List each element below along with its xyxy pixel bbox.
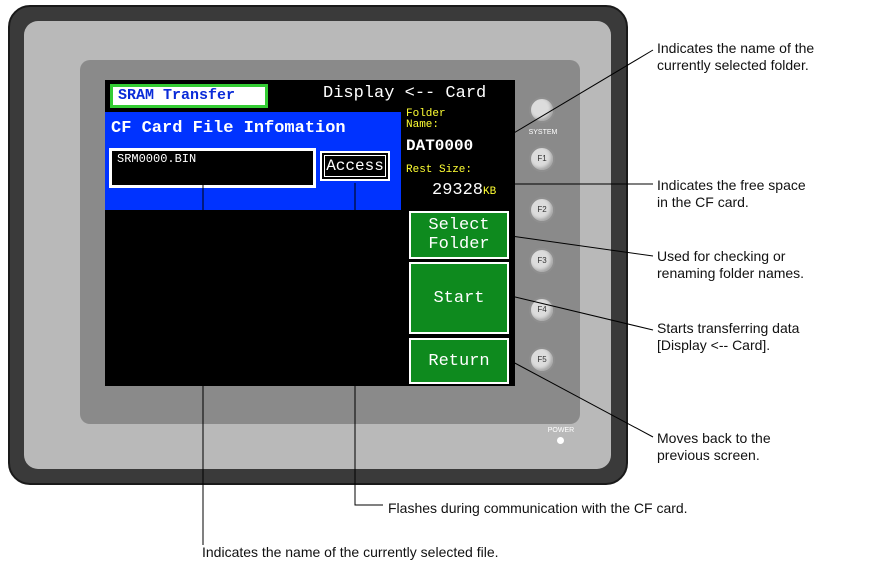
leader-select-folder <box>510 235 654 257</box>
callout-return: Moves back to the previous screen. <box>657 430 771 463</box>
callout-select-folder: Used for checking or renaming folder nam… <box>657 248 805 281</box>
callout-start: Starts transferring data [Display <-- Ca… <box>657 320 800 353</box>
callout-folder-name: Indicates the name of the currently sele… <box>657 40 815 73</box>
leader-lines <box>202 49 654 545</box>
leader-start <box>510 295 654 331</box>
leader-return <box>510 360 654 438</box>
callout-free-space: Indicates the free space in the CF card. <box>657 177 806 210</box>
callout-file-name: Indicates the name of the currently sele… <box>202 544 499 560</box>
leader-access <box>354 183 383 506</box>
callout-access: Flashes during communication with the CF… <box>388 500 688 516</box>
leader-folder-name <box>491 49 654 147</box>
